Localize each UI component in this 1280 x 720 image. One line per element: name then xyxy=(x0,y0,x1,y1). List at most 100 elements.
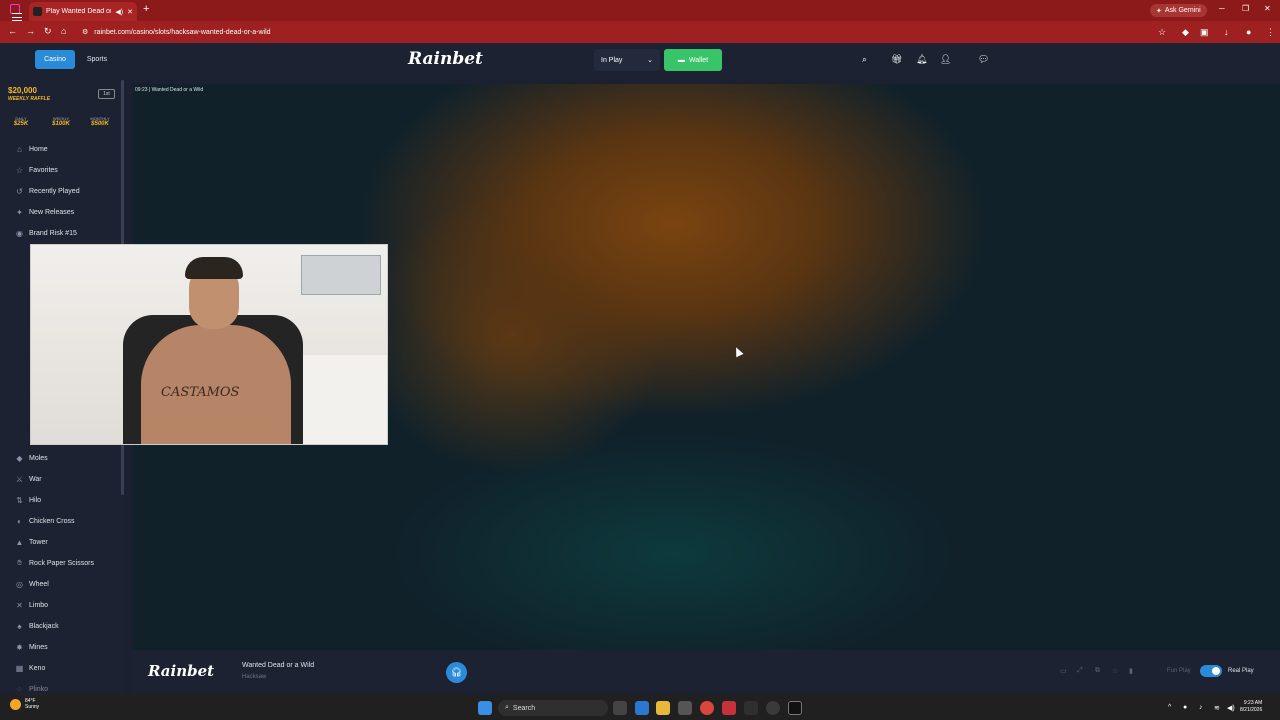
app-icon-terminal[interactable] xyxy=(788,701,802,715)
sidebar-item-label: Keno xyxy=(29,664,46,672)
tray-mic-icon[interactable]: ♪ xyxy=(1199,704,1203,711)
sidebar-item-label: Blackjack xyxy=(29,622,59,630)
fun-play-label[interactable]: Fun Play xyxy=(1167,668,1191,674)
taskbar-search[interactable]: ⌕ Search xyxy=(498,700,608,716)
extension-shield-icon[interactable]: ◆ xyxy=(1182,27,1189,38)
sidebar-item-wheel[interactable]: ◎ Wheel xyxy=(15,576,49,592)
sidebar-item-limbo[interactable]: ✕ Limbo xyxy=(15,597,48,613)
footer-provider[interactable]: Hacksaw xyxy=(242,674,266,680)
webcam-overlay: CASTAMOS xyxy=(30,244,388,445)
stats-icon[interactable]: ▮ xyxy=(1129,667,1133,675)
restore-icon[interactable]: ❐ xyxy=(1242,4,1249,13)
reload-icon[interactable]: ↻ xyxy=(44,26,52,37)
raffle-prize-daily: DAILY $25K xyxy=(6,116,36,127)
weekly-raffle-banner[interactable]: $20,000 WEEKLY RAFFLE xyxy=(8,87,50,103)
file-explorer-icon[interactable] xyxy=(656,701,670,715)
game-status-line: 09:23 | Wanted Dead or a Wild xyxy=(135,87,204,93)
webcam-cabinet xyxy=(301,355,387,444)
real-play-toggle[interactable] xyxy=(1200,665,1222,677)
app-icon-circle[interactable] xyxy=(766,701,780,715)
globe-icon: ◉ xyxy=(16,228,23,238)
sidebar-item-chicken-cross[interactable]: ◐ Chicken Cross xyxy=(15,513,74,529)
ask-gemini-label: Ask Gemini xyxy=(1164,7,1201,14)
copilot-icon[interactable] xyxy=(635,701,649,715)
sidebar-item-war[interactable]: ⚔ War xyxy=(15,471,42,487)
browser-menu-icon[interactable]: ⋮ xyxy=(1266,27,1275,38)
favorite-star-icon[interactable]: ☆ xyxy=(1112,667,1118,675)
sidebar-item-label: Hilo xyxy=(29,496,42,504)
minimize-icon[interactable]: ─ xyxy=(1219,4,1225,13)
tray-chevron-icon[interactable]: ^ xyxy=(1168,704,1171,711)
task-view-icon[interactable] xyxy=(613,701,627,715)
site-info-icon[interactable]: ⚙ xyxy=(82,28,88,36)
footer-rainbet-logo: Rainbet xyxy=(148,662,215,680)
browser-tab[interactable]: Play Wanted Dead or a Wild ◀) ✕ xyxy=(29,2,137,21)
chrome-icon[interactable] xyxy=(700,701,714,715)
bookmark-star-icon[interactable]: ☆ xyxy=(1158,27,1166,38)
wallet-label: Wallet xyxy=(688,56,709,64)
casino-tab[interactable]: Casino xyxy=(35,50,75,69)
store-icon[interactable] xyxy=(678,701,692,715)
game-footer xyxy=(133,650,1280,695)
theater-mode-icon[interactable]: ▭ xyxy=(1060,667,1067,675)
forward-icon[interactable]: → xyxy=(26,26,35,36)
browser-tab-bar: Play Wanted Dead or a Wild ◀) ✕ + ✦ Ask … xyxy=(0,0,1280,21)
windows-start-icon[interactable] xyxy=(478,701,492,715)
tray-app-icon[interactable]: ● xyxy=(1183,704,1187,711)
sidebar-item-rock-paper-scissors[interactable]: ✋︎ Rock Paper Scissors xyxy=(15,555,94,571)
sidebar-item-keno[interactable]: ▦ Keno xyxy=(15,660,46,676)
rainbet-logo[interactable]: Rainbet xyxy=(408,49,483,69)
notification-bell-icon[interactable]: 🔔︎ xyxy=(916,54,927,65)
app-icon-red[interactable] xyxy=(722,701,736,715)
sidebar-item-label: Plinko xyxy=(29,685,49,693)
game-title-overlay: Wanted Dead or a Wild xyxy=(151,87,204,93)
url-field[interactable]: ⚙ rainbet.com/casino/slots/hacksaw-wante… xyxy=(82,24,1152,40)
raffle-amount: $20,000 xyxy=(8,86,37,95)
gemini-sparkle-icon: ✦ xyxy=(1156,7,1162,15)
fullscreen-icon[interactable]: ⤢ xyxy=(1077,667,1083,675)
wallet-button[interactable]: ▬ Wallet xyxy=(664,49,722,71)
sidebar-item-hilo[interactable]: ⇅ Hilo xyxy=(15,492,41,508)
webcam-person-hair xyxy=(185,257,243,279)
sidebar-item-tower[interactable]: ▲ Tower xyxy=(15,534,48,550)
sun-icon xyxy=(10,698,21,710)
popout-icon[interactable]: ⧉ xyxy=(1095,667,1100,675)
sidebar-item-blackjack[interactable]: ♠ Blackjack xyxy=(15,618,59,634)
sidebar-item-label: Moles xyxy=(29,454,48,462)
sidebar-item-moles[interactable]: ◆ Moles xyxy=(15,450,48,466)
sidebar-item-home[interactable]: ⌂ Home xyxy=(15,141,48,157)
tower-icon: ▲ xyxy=(15,537,24,547)
volume-icon[interactable]: ◀) xyxy=(1227,704,1235,712)
in-play-dropdown[interactable]: In Play ⌄ xyxy=(594,49,660,71)
sidebar-item-recently-played[interactable]: ↺ Recently Played xyxy=(15,183,79,199)
real-play-label[interactable]: Real Play xyxy=(1228,668,1254,674)
sidebar-item-favorites[interactable]: ☆ Favorites xyxy=(15,162,58,178)
ask-gemini-button[interactable]: ✦ Ask Gemini xyxy=(1150,4,1207,17)
chat-icon[interactable]: 💬︎ xyxy=(978,54,989,65)
profile-avatar-icon[interactable]: ● xyxy=(1246,27,1251,37)
close-tab-icon[interactable]: ✕ xyxy=(127,8,133,16)
extensions-icon[interactable]: ▣ xyxy=(1200,27,1209,38)
new-tab-button[interactable]: + xyxy=(143,3,149,15)
user-profile-icon[interactable]: 👤︎ xyxy=(940,54,951,65)
wifi-icon[interactable]: ≋ xyxy=(1214,704,1220,712)
sidebar-item-mines[interactable]: ✸ Mines xyxy=(15,639,48,655)
sports-tab[interactable]: Sports xyxy=(80,50,114,69)
home-browser-icon[interactable]: ⌂ xyxy=(61,26,66,36)
rewards-gift-icon[interactable]: 🎁︎ xyxy=(891,54,902,65)
plinko-icon: ⁘ xyxy=(16,684,23,694)
download-icon[interactable]: ↓ xyxy=(1224,27,1229,37)
weather-widget[interactable]: 84°F Sunny xyxy=(10,698,39,710)
audio-icon[interactable]: ◀) xyxy=(115,8,123,16)
home-icon: ⌂ xyxy=(17,144,22,154)
search-icon[interactable]: ⌕ xyxy=(862,54,867,65)
taskbar-clock[interactable]: 9:23 AM 8/21/2026 xyxy=(1240,700,1262,714)
menu-hamburger-icon[interactable] xyxy=(12,13,22,21)
app-icon-pen[interactable] xyxy=(744,701,758,715)
war-swords-icon: ⚔ xyxy=(15,474,24,484)
sidebar-item-new-releases[interactable]: ✦ New Releases xyxy=(15,204,74,220)
sidebar-item-brand-risk[interactable]: ◉ Brand Risk #15 xyxy=(15,225,77,241)
back-icon[interactable]: ← xyxy=(8,26,17,36)
close-window-icon[interactable]: ✕ xyxy=(1264,4,1271,13)
headset-support-icon[interactable]: 🎧︎ xyxy=(446,662,467,683)
